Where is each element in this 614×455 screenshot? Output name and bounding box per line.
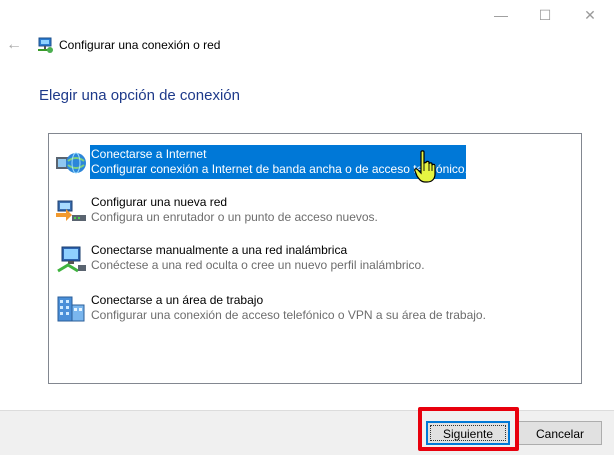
maximize-button[interactable]: ☐ [530, 4, 560, 26]
globe-network-icon [54, 147, 88, 179]
hand-cursor-icon [414, 150, 440, 184]
option-new-network[interactable]: Configurar una nueva red Configura un en… [51, 191, 471, 231]
option-description: Configurar conexión a Internet de banda … [91, 162, 468, 176]
option-description: Conéctese a una red oculta o cree un nue… [91, 258, 425, 272]
close-button[interactable]: ✕ [575, 4, 605, 26]
new-network-icon [54, 195, 88, 227]
back-arrow-icon[interactable]: ← [6, 36, 24, 54]
option-title: Conectarse manualmente a una red inalámb… [91, 243, 348, 257]
option-description: Configura un enrutador o un punto de acc… [91, 210, 378, 224]
option-description: Configurar una conexión de acceso telefó… [91, 308, 486, 322]
highlight-box [418, 407, 519, 451]
wireless-network-icon [54, 243, 88, 275]
page-heading: Elegir una opción de conexión [39, 87, 240, 104]
option-workplace[interactable]: Conectarse a un área de trabajo Configur… [51, 289, 486, 329]
minimize-button[interactable]: — [486, 4, 516, 26]
option-manual-wireless[interactable]: Conectarse manualmente a una red inalámb… [51, 239, 471, 279]
cancel-button[interactable]: Cancelar [518, 421, 602, 445]
option-connect-internet[interactable]: Conectarse a Internet Configurar conexió… [51, 143, 471, 183]
network-setup-icon [36, 36, 54, 54]
workplace-icon [54, 293, 88, 325]
connection-options-list[interactable]: Conectarse a Internet Configurar conexió… [48, 133, 582, 384]
option-title: Conectarse a Internet [91, 147, 207, 161]
option-title: Conectarse a un área de trabajo [91, 293, 264, 307]
option-title: Configurar una nueva red [91, 195, 228, 209]
window-title: Configurar una conexión o red [59, 38, 221, 52]
